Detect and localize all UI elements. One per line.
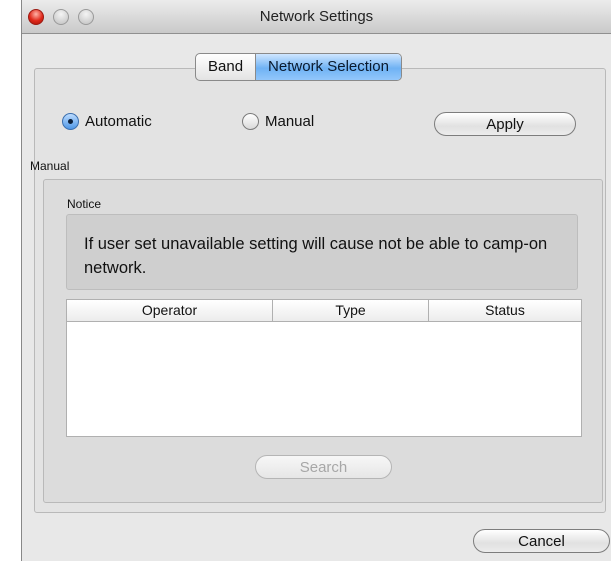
search-button[interactable]: Search — [255, 455, 392, 479]
operator-table[interactable]: Operator Type Status — [66, 299, 582, 437]
radio-manual-indicator[interactable] — [242, 113, 259, 130]
radio-automatic-label: Automatic — [85, 113, 152, 130]
apply-button[interactable]: Apply — [434, 112, 576, 136]
title-bar: Network Settings — [22, 0, 611, 34]
network-settings-window: Network Settings Band Network Selection … — [21, 0, 611, 561]
column-header-operator[interactable]: Operator — [67, 300, 272, 321]
notice-label: Notice — [67, 197, 102, 211]
cancel-button[interactable]: Cancel — [473, 529, 610, 553]
notice-text: If user set unavailable setting will cau… — [84, 235, 548, 277]
manual-section-label: Manual — [30, 159, 70, 173]
radio-automatic[interactable]: Automatic — [62, 113, 152, 130]
radio-automatic-indicator[interactable] — [62, 113, 79, 130]
table-header: Operator Type Status — [67, 300, 581, 322]
radio-manual[interactable]: Manual — [242, 113, 314, 130]
tab-band[interactable]: Band — [196, 54, 255, 80]
table-body[interactable] — [67, 322, 581, 437]
tab-network-selection[interactable]: Network Selection — [255, 54, 401, 80]
tab-bar: Band Network Selection — [195, 53, 402, 81]
window-title: Network Settings — [259, 8, 374, 25]
radio-manual-label: Manual — [265, 113, 315, 130]
column-header-type[interactable]: Type — [272, 300, 428, 321]
column-header-status[interactable]: Status — [428, 300, 581, 321]
